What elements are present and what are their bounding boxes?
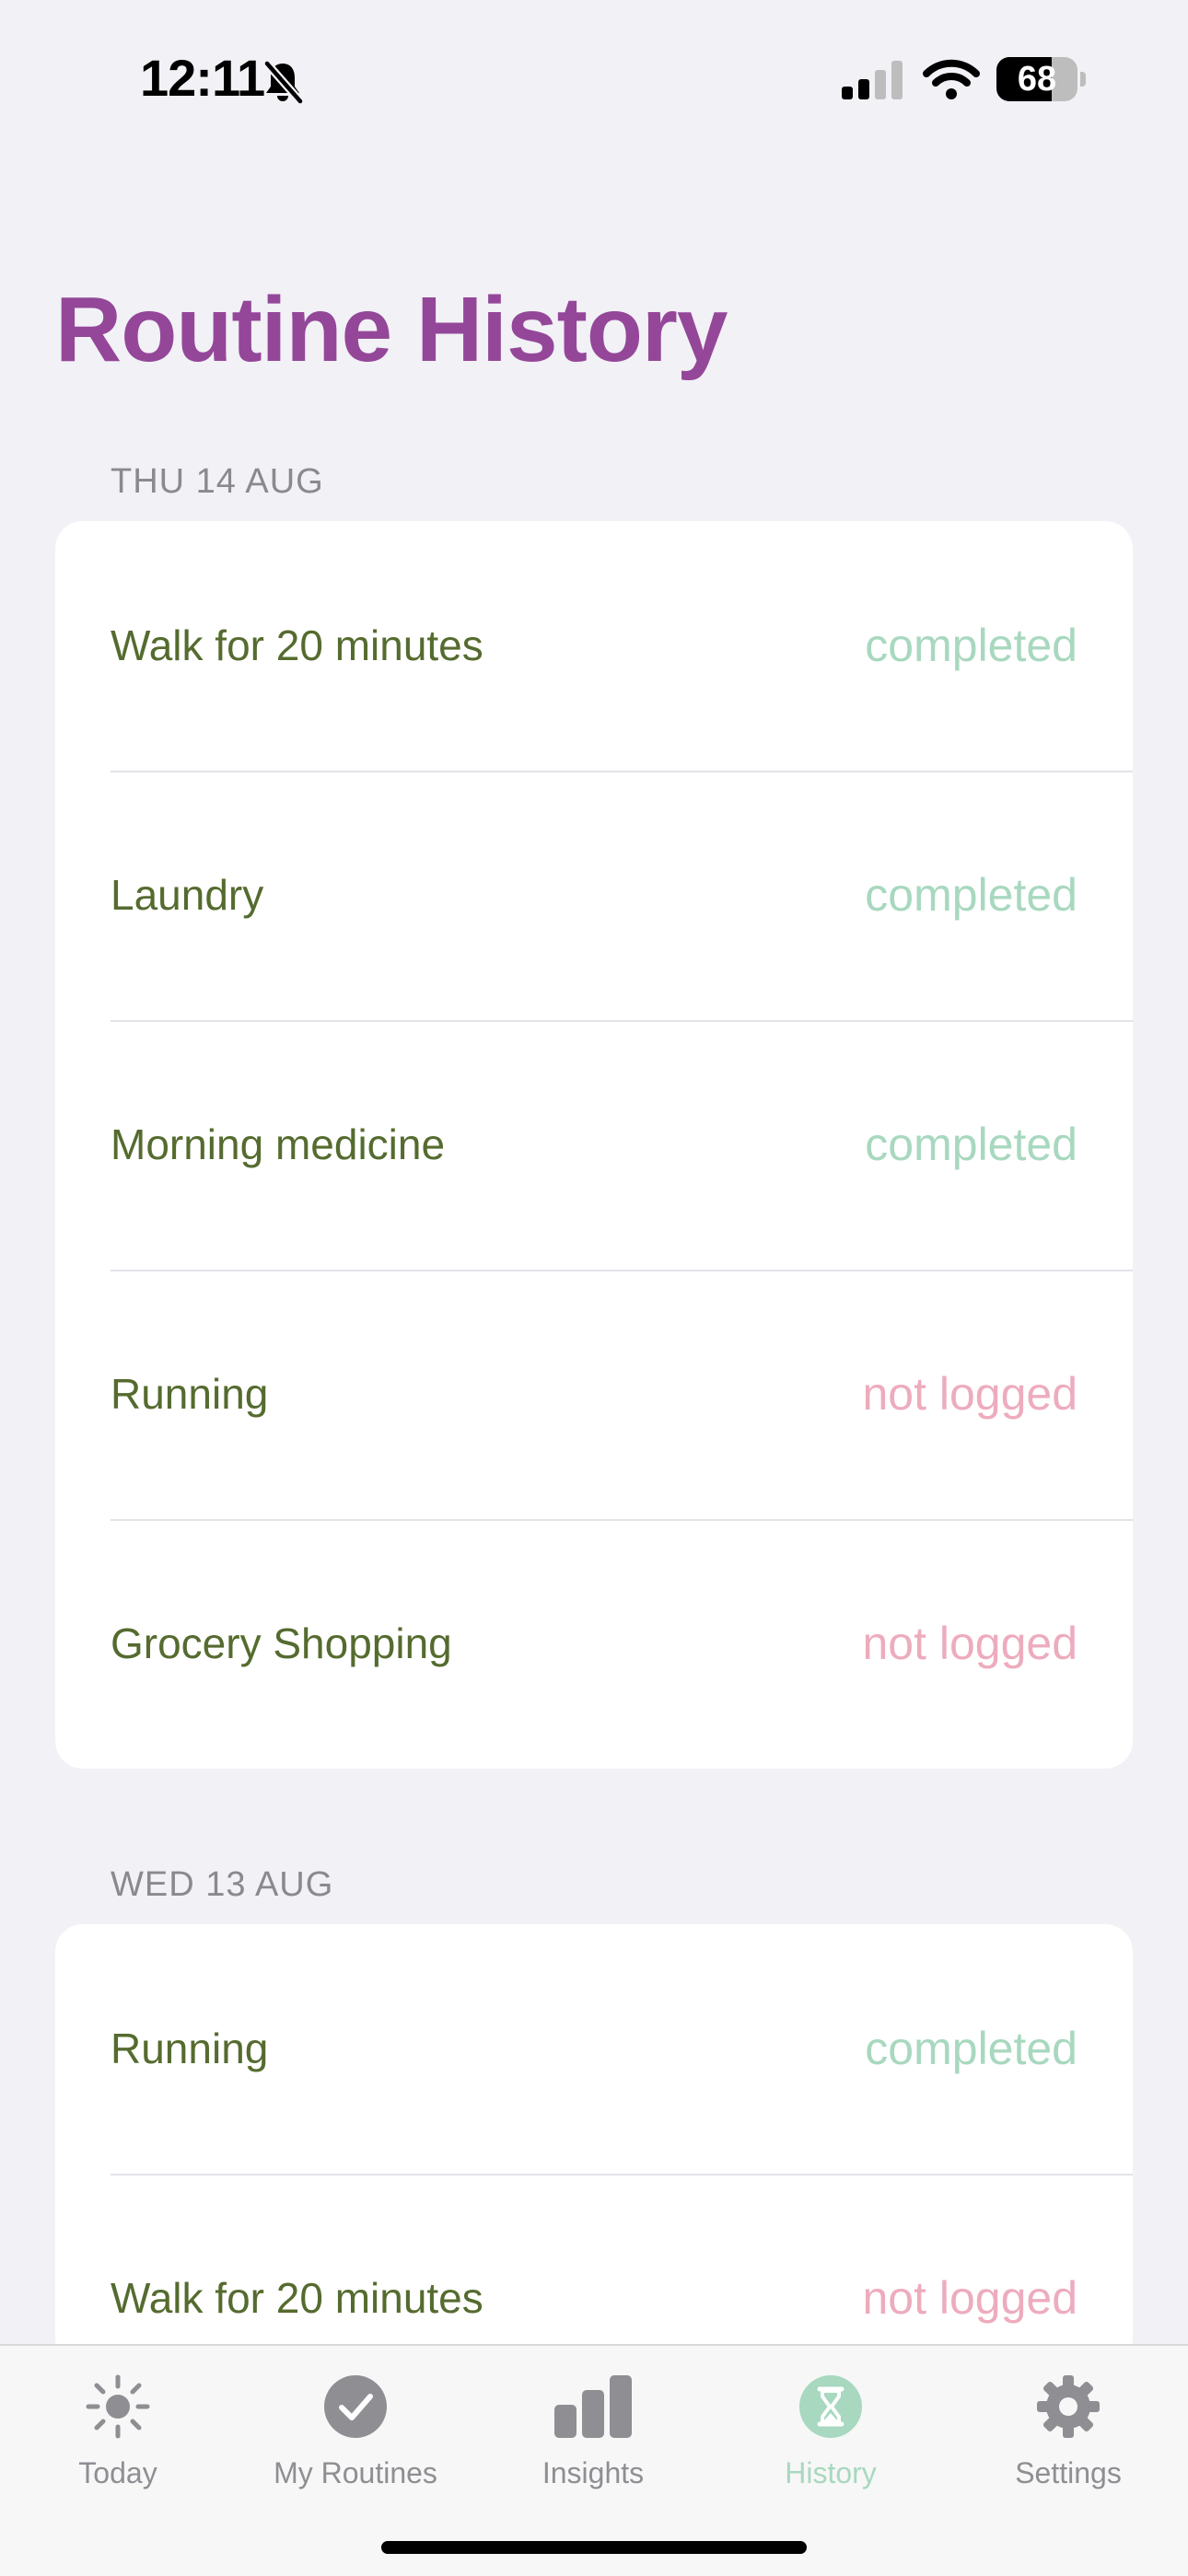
tab-my-routines[interactable]: My Routines xyxy=(245,2361,466,2526)
routine-status: not logged xyxy=(862,1618,1077,1669)
routine-status: not logged xyxy=(862,2272,1077,2324)
routine-list-card: Running completed Walk for 20 minutes no… xyxy=(55,1924,1133,2366)
section-date-header: THU 14 AUG xyxy=(111,462,324,501)
tab-label: My Routines xyxy=(274,2456,437,2489)
tab-insights[interactable]: Insights xyxy=(483,2361,704,2526)
routine-row[interactable]: Running not logged xyxy=(55,1270,1133,1519)
tab-label: Today xyxy=(78,2456,157,2489)
status-bar: 12:11 68 xyxy=(0,0,1188,157)
battery-level: 68 xyxy=(1017,60,1057,99)
battery-icon: 68 xyxy=(996,57,1086,101)
tab-settings[interactable]: Settings xyxy=(958,2361,1179,2526)
routine-title: Running xyxy=(111,1370,269,1418)
routine-title: Grocery Shopping xyxy=(111,1619,452,1667)
routine-status: completed xyxy=(865,869,1077,921)
tab-label: Insights xyxy=(542,2456,645,2489)
routine-row[interactable]: Laundry completed xyxy=(55,771,1133,1020)
home-indicator xyxy=(381,2541,807,2554)
section-date-header: WED 13 AUG xyxy=(111,1865,334,1904)
routine-row[interactable]: Morning medicine completed xyxy=(55,1020,1133,1270)
routine-title: Laundry xyxy=(111,871,264,919)
routine-title: Morning medicine xyxy=(111,1120,446,1168)
sun-icon xyxy=(85,2373,151,2440)
routine-status: completed xyxy=(865,2023,1077,2074)
tab-history[interactable]: History xyxy=(720,2361,941,2526)
bar-chart-icon xyxy=(554,2373,632,2440)
routine-row[interactable]: Walk for 20 minutes not logged xyxy=(55,2174,1133,2366)
routine-row[interactable]: Running completed xyxy=(55,1924,1133,2174)
hourglass-icon xyxy=(798,2373,864,2440)
routine-row[interactable]: Grocery Shopping not logged xyxy=(55,1519,1133,1769)
wifi-icon xyxy=(923,57,980,104)
gear-icon xyxy=(1035,2373,1101,2440)
tab-today[interactable]: Today xyxy=(7,2361,228,2526)
cellular-signal-icon xyxy=(842,61,906,106)
page-title: Routine History xyxy=(55,278,728,381)
routine-title: Running xyxy=(111,2025,269,2072)
tab-label: History xyxy=(785,2456,877,2489)
tab-label: Settings xyxy=(1015,2456,1122,2489)
routine-status: completed xyxy=(865,620,1077,671)
routine-status: completed xyxy=(865,1119,1077,1170)
routine-row[interactable]: Walk for 20 minutes completed xyxy=(55,521,1133,771)
status-time: 12:11 xyxy=(140,49,265,107)
routine-list-card: Walk for 20 minutes completed Laundry co… xyxy=(55,521,1133,1769)
routine-title: Walk for 20 minutes xyxy=(111,2274,483,2322)
checkmark-circle-icon xyxy=(322,2373,389,2440)
bell-slash-icon xyxy=(260,59,306,110)
routine-status: not logged xyxy=(862,1368,1077,1420)
routine-title: Walk for 20 minutes xyxy=(111,621,483,669)
